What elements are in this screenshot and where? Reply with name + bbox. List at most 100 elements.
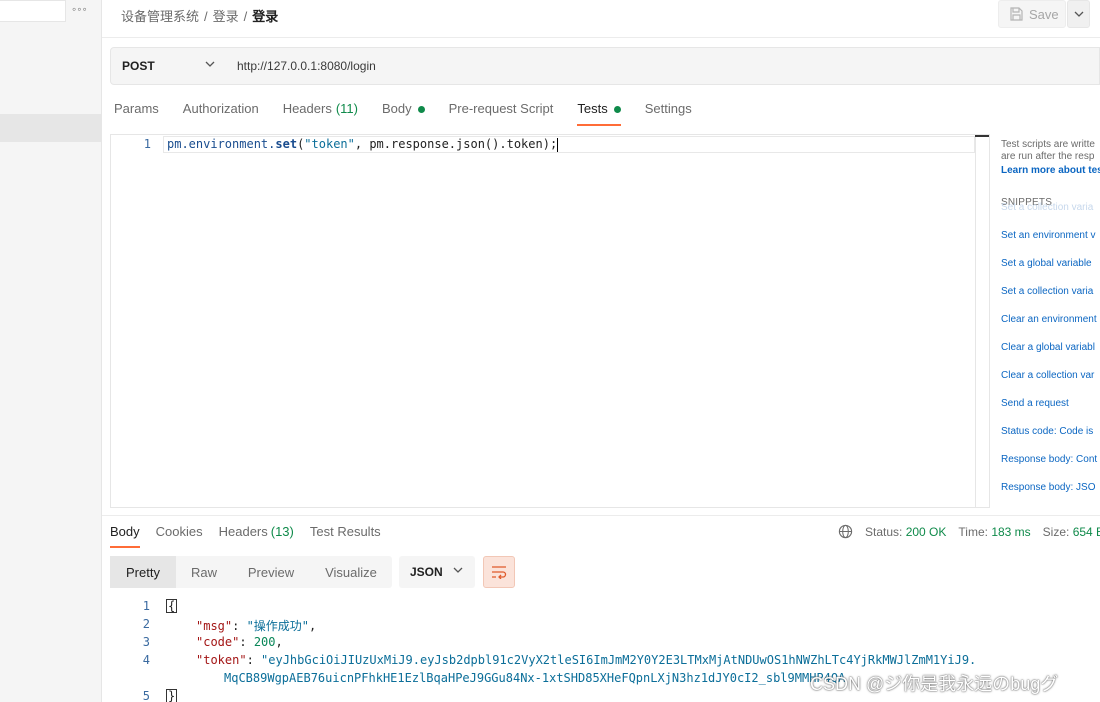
tab-tests[interactable]: Tests xyxy=(577,101,622,126)
tab-response-headers[interactable]: Headers (13) xyxy=(219,524,294,546)
time-label: Time: xyxy=(958,524,988,539)
tab-headers[interactable]: Headers (11) xyxy=(283,101,358,125)
tab-settings[interactable]: Settings xyxy=(645,101,692,125)
save-label: Save xyxy=(1029,6,1059,22)
sidebar-search-input[interactable] xyxy=(0,0,66,22)
view-raw-button[interactable]: Raw xyxy=(176,556,232,588)
watermark: CSDN @ジ你是我永远のbugグ xyxy=(810,674,1059,694)
json-value: "eyJhbGciOiJIUzUxMiJ9.eyJsb2dpbl91c2VyX2… xyxy=(261,653,977,667)
scrollbar-thumb[interactable] xyxy=(975,135,989,137)
tab-label: Headers xyxy=(218,524,268,539)
size-label: Size: xyxy=(1042,524,1070,539)
tab-label: Settings xyxy=(644,101,692,116)
tab-label: Test Results xyxy=(309,524,381,539)
chevron-down-icon xyxy=(205,61,215,67)
learn-more-link[interactable]: Learn more about tes xyxy=(1001,165,1100,176)
code-line[interactable]: pm.environment.set("token", pm.response.… xyxy=(167,137,559,152)
wrap-lines-icon xyxy=(492,566,507,579)
more-options-icon[interactable]: ◦◦◦ xyxy=(72,2,92,16)
json-key: "code" xyxy=(196,635,240,649)
json-key: "token" xyxy=(196,653,247,667)
sidebar: ◦◦◦ xyxy=(0,0,102,702)
globe-icon[interactable] xyxy=(838,524,853,539)
snippet-link[interactable]: Clear a collection var xyxy=(1001,370,1094,381)
tab-label: Body xyxy=(381,101,412,116)
body-status-dot xyxy=(417,106,425,113)
breadcrumb: 设备管理系统 / 登录 / 登录 xyxy=(121,6,278,25)
snippets-description: Test scripts are writte xyxy=(1001,139,1095,150)
view-preview-button[interactable]: Preview xyxy=(232,556,310,588)
editor-scrollbar[interactable] xyxy=(975,135,989,507)
breadcrumb-request: 登录 xyxy=(252,9,279,24)
breadcrumb-collection[interactable]: 设备管理系统 xyxy=(121,9,199,24)
tab-label: Tests xyxy=(577,101,608,116)
size-value[interactable]: 654 B xyxy=(1073,525,1100,539)
tab-params[interactable]: Params xyxy=(114,101,159,125)
json-brace: } xyxy=(166,689,178,702)
method-select[interactable]: POST xyxy=(110,47,226,85)
format-value: JSON xyxy=(410,565,443,579)
response-meta: Status: 200 OK Time: 183 ms Size: 654 B xyxy=(838,524,1100,539)
snippet-link[interactable]: Response body: Cont xyxy=(1001,454,1097,465)
snippet-link-scrolled[interactable]: Set a collection varia xyxy=(1001,202,1100,213)
snippet-link[interactable]: Set a global variable xyxy=(1001,258,1092,269)
tab-response-body[interactable]: Body xyxy=(110,524,140,548)
code-token: pm.environment. xyxy=(167,137,276,151)
tab-response-cookies[interactable]: Cookies xyxy=(156,524,203,546)
code-token: set xyxy=(275,137,298,151)
tab-label: Params xyxy=(114,101,159,116)
view-pretty-button[interactable]: Pretty xyxy=(110,556,176,588)
breadcrumb-folder[interactable]: 登录 xyxy=(213,9,239,24)
snippet-link[interactable]: Response body: JSO xyxy=(1001,482,1096,493)
snippet-link[interactable]: Clear an environment xyxy=(1001,314,1097,325)
response-divider[interactable] xyxy=(102,515,1100,516)
snippets-description: are run after the resp xyxy=(1001,151,1095,162)
chevron-down-icon xyxy=(453,567,463,573)
tab-label: Authorization xyxy=(182,101,259,116)
tab-pre-request-script[interactable]: Pre-request Script xyxy=(449,101,554,125)
tab-label: Headers xyxy=(282,101,332,116)
line-number: 5 xyxy=(142,689,150,702)
headers-count: (13) xyxy=(270,524,294,539)
headers-count: (11) xyxy=(335,101,358,116)
json-value: "操作成功" xyxy=(246,619,310,633)
json-value: 200 xyxy=(253,635,276,649)
url-input[interactable]: http://127.0.0.1:8080/login xyxy=(225,47,1100,85)
time-value[interactable]: 183 ms xyxy=(991,525,1030,539)
snippet-link[interactable]: Clear a global variabl xyxy=(1001,342,1095,353)
breadcrumb-separator: / xyxy=(204,9,208,24)
line-number: 1 xyxy=(142,599,150,613)
format-select[interactable]: JSON xyxy=(399,556,475,588)
sidebar-selected-item[interactable] xyxy=(0,114,101,142)
header: 设备管理系统 / 登录 / 登录 Save xyxy=(102,0,1100,38)
wrap-lines-button[interactable] xyxy=(483,556,515,588)
text-cursor xyxy=(557,137,559,152)
tab-authorization[interactable]: Authorization xyxy=(183,101,259,125)
code-token: "token" xyxy=(304,137,355,151)
tab-test-results[interactable]: Test Results xyxy=(310,524,381,546)
status-label: Status: xyxy=(865,524,903,539)
snippet-link[interactable]: Send a request xyxy=(1001,398,1069,409)
save-dropdown-button[interactable] xyxy=(1067,0,1090,28)
status-value[interactable]: 200 OK xyxy=(906,525,947,539)
save-button[interactable]: Save xyxy=(998,0,1066,28)
method-value: POST xyxy=(122,59,155,73)
tests-status-dot xyxy=(613,106,621,113)
json-brace: { xyxy=(166,599,178,613)
code-token: , pm.response.json().token); xyxy=(354,137,558,151)
line-number: 1 xyxy=(143,137,151,151)
snippets-panel: Test scripts are writte are run after th… xyxy=(1001,139,1100,509)
line-number: 3 xyxy=(142,635,150,649)
tab-label: Body xyxy=(110,524,140,539)
save-icon xyxy=(1010,7,1023,21)
tab-label: Pre-request Script xyxy=(448,101,554,116)
line-number: 2 xyxy=(142,617,150,631)
tab-body[interactable]: Body xyxy=(382,101,425,125)
line-number: 4 xyxy=(142,653,150,667)
url-value: http://127.0.0.1:8080/login xyxy=(237,59,376,73)
test-script-editor[interactable]: 1 pm.environment.set("token", pm.respons… xyxy=(110,134,990,508)
snippet-link[interactable]: Set an environment v xyxy=(1001,230,1096,241)
view-visualize-button[interactable]: Visualize xyxy=(310,556,392,588)
snippet-link[interactable]: Status code: Code is xyxy=(1001,426,1093,437)
snippet-link[interactable]: Set a collection varia xyxy=(1001,286,1093,297)
